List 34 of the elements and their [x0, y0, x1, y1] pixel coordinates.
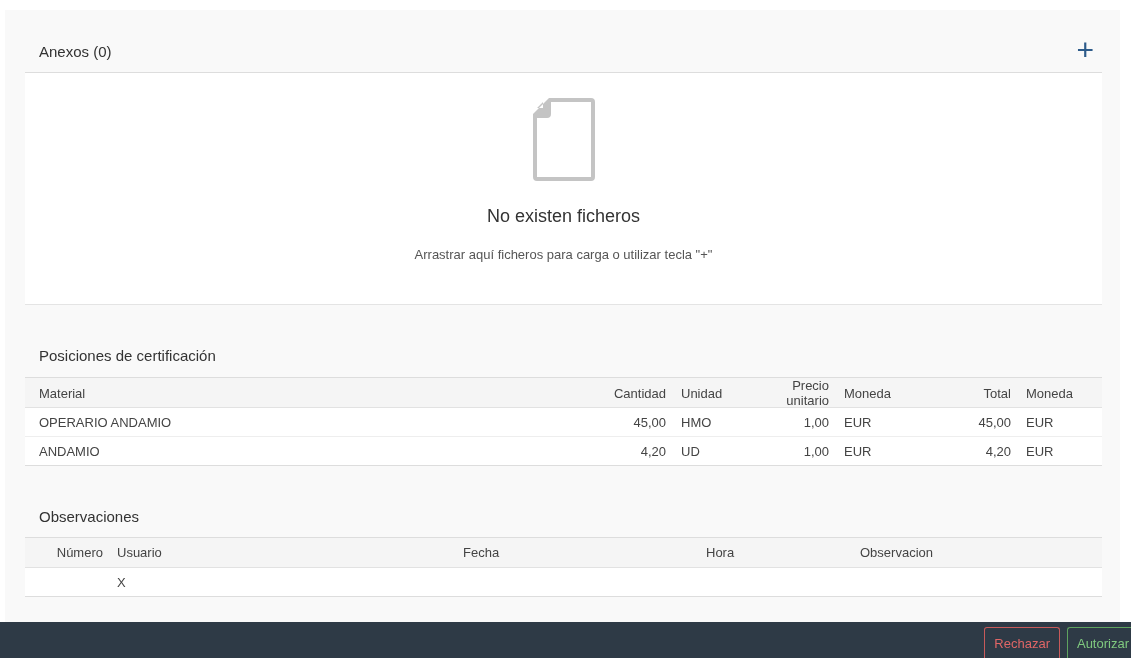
- file-icon: [530, 96, 597, 183]
- table-cell-text: 45,00: [632, 414, 666, 430]
- column-header: Moneda: [1026, 385, 1074, 401]
- column-header: Moneda: [844, 385, 892, 401]
- table-cell-text: HMO: [681, 414, 713, 430]
- column-header: Unidad: [681, 385, 724, 401]
- column-header: Número: [55, 545, 103, 560]
- empty-state-title: No existen ficheros: [486, 206, 641, 227]
- table-cell-text: 1,00: [802, 414, 829, 430]
- column-header: Observacion: [860, 545, 934, 560]
- column-header: Total: [982, 385, 1011, 401]
- add-button[interactable]: +: [1076, 35, 1094, 65]
- column-header: Cantidad: [612, 385, 666, 401]
- table-cell-text: 4,20: [639, 443, 666, 459]
- section-title: Anexos (0): [39, 41, 112, 60]
- table-cell-text: OPERARIO ANDAMIO: [39, 414, 173, 430]
- table-cell-text: 1,00: [802, 443, 829, 459]
- table-cell-text: 45,00: [977, 414, 1011, 430]
- table-cell-text: EUR: [1026, 443, 1055, 459]
- action-button[interactable]: Autorizar: [1066, 627, 1131, 658]
- table-cell-text: X: [117, 574, 127, 590]
- action-button[interactable]: Rechazar: [984, 627, 1060, 658]
- table-cell-text: EUR: [1026, 414, 1055, 430]
- table-cell-text: UD: [681, 443, 701, 459]
- empty-state-hint: Arrastrar aquí ficheros para carga o utilizar tecla "+": [414, 247, 713, 262]
- column-header: Fecha: [463, 545, 501, 560]
- column-header: Usuario: [117, 545, 163, 560]
- column-header: Hora: [706, 545, 736, 560]
- table-cell-text: 4,20: [984, 443, 1011, 459]
- table-cell-text: EUR: [844, 443, 873, 459]
- column-header: Precio unitario: [785, 378, 829, 408]
- table-cell-text: ANDAMIO: [39, 443, 101, 459]
- table-cell-text: EUR: [844, 414, 873, 430]
- column-header: Material: [39, 385, 87, 401]
